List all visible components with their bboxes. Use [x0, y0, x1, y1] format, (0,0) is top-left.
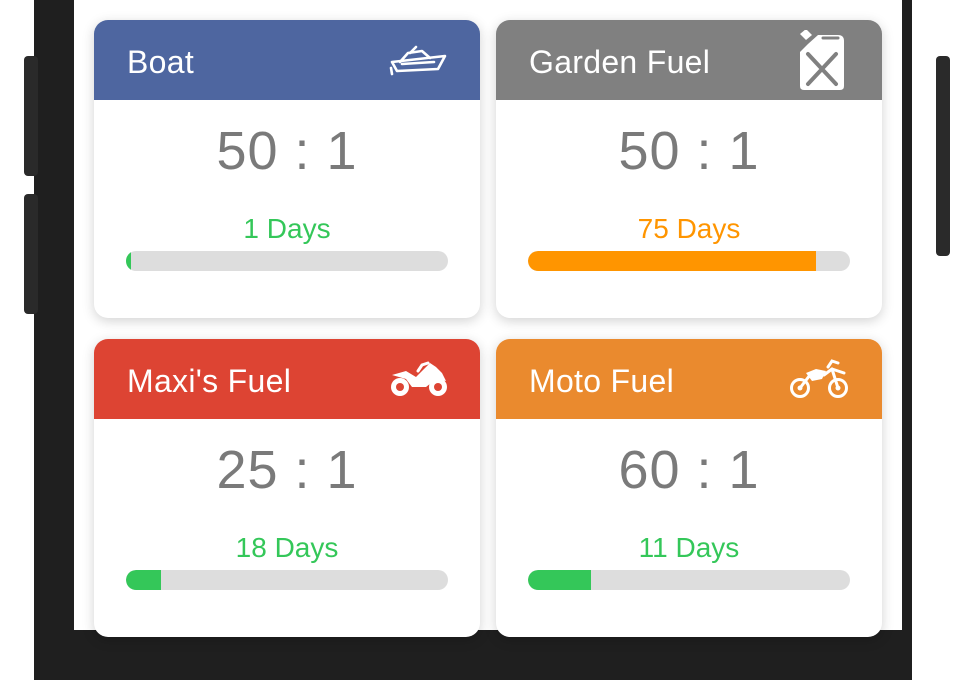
progress-bar — [528, 251, 850, 271]
progress-bar-fill — [126, 570, 162, 590]
fuel-card-boat[interactable]: Boat 50 : 1 1 Days — [94, 20, 480, 318]
dirt-bike-icon — [788, 359, 850, 404]
progress-bar — [126, 251, 448, 271]
card-title: Boat — [127, 44, 195, 80]
card-header: Boat — [94, 20, 480, 100]
progress-bar-fill — [126, 251, 131, 271]
days-label: 11 Days — [638, 532, 740, 563]
card-title: Moto Fuel — [529, 363, 674, 399]
progress-bar-fill — [528, 251, 817, 271]
fuel-card-maxis-fuel[interactable]: Maxi's Fuel 25 : 1 18 Days — [94, 339, 480, 637]
fuel-can-icon — [794, 29, 848, 97]
side-button — [24, 194, 38, 314]
days-label: 18 Days — [235, 532, 339, 563]
screen: Boat 50 : 1 1 Days Garden Fuel 50: 1 75… — [74, 0, 902, 637]
side-button — [24, 56, 38, 176]
side-button — [936, 56, 950, 256]
progress-bar-fill — [528, 570, 591, 590]
mix-ratio: 25 : 1 — [216, 440, 358, 500]
days-label: 1 Days — [243, 213, 331, 244]
progress-bar — [528, 570, 850, 590]
boat-icon — [388, 42, 450, 83]
mix-ratio: 50 : 1 — [618, 121, 760, 181]
mix-ratio: 50 : 1 — [216, 121, 358, 181]
progress-bar — [126, 570, 448, 590]
card-title: Maxi's Fuel — [127, 363, 292, 399]
card-title: Garden Fuel — [529, 44, 711, 80]
mix-ratio: 60 : 1 — [618, 440, 760, 500]
sport-motorcycle-icon — [388, 359, 450, 404]
card-header: Moto Fuel — [496, 339, 882, 419]
fuel-card-moto-fuel[interactable]: Moto Fuel 60 : 1 11 Days — [496, 339, 882, 637]
card-header: Maxi's Fuel — [94, 339, 480, 419]
card-header: Garden Fuel — [496, 20, 882, 100]
days-label: 75 Days — [637, 213, 741, 244]
fuel-card-garden-fuel[interactable]: Garden Fuel 50 : 1 75 Days — [496, 20, 882, 318]
